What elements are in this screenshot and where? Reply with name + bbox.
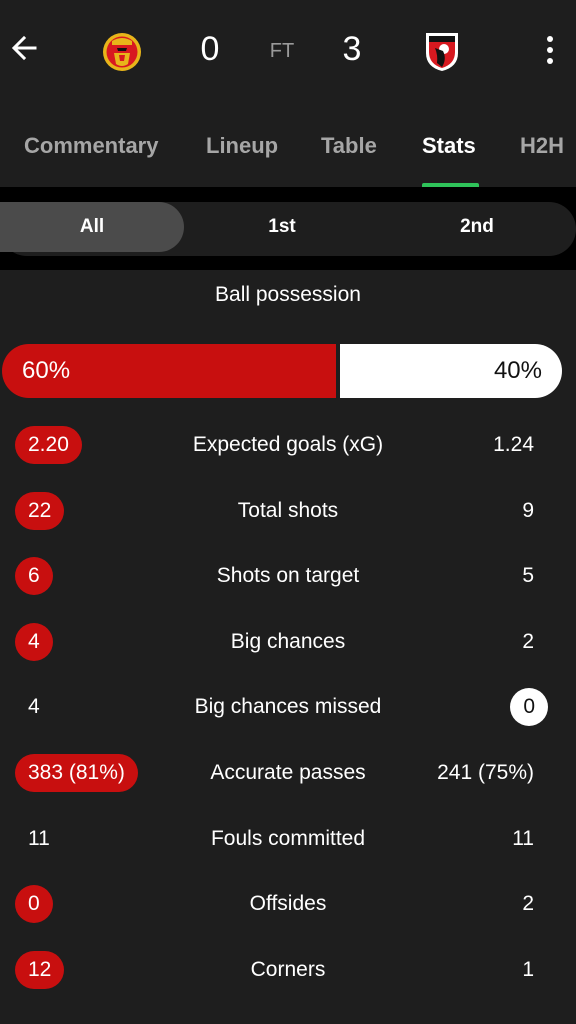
stat-label: Fouls committed (210, 827, 366, 850)
match-tabs: Commentary Lineup Table Stats H2H (0, 105, 576, 187)
stat-label: Expected goals (xG) (192, 433, 384, 456)
bournemouth-crest-icon[interactable] (424, 29, 460, 73)
stat-away-value: 1 (522, 958, 534, 981)
active-tab-indicator (422, 183, 479, 187)
more-options-button[interactable] (534, 30, 566, 70)
period-second-half[interactable]: 2nd (386, 202, 568, 252)
stat-away-value: 1.24 (493, 433, 534, 456)
tab-lineup[interactable]: Lineup (206, 133, 278, 159)
arrow-left-icon (11, 35, 37, 61)
stat-row: Accurate passes 383 (81%) 241 (75%) (0, 751, 576, 795)
more-vert-icon (547, 36, 553, 42)
stat-label: Total shots (237, 499, 339, 522)
stat-home-value: 11 (28, 827, 50, 850)
stat-away-value: 9 (522, 499, 534, 522)
stat-row: Total shots 22 9 (0, 489, 576, 533)
stat-label: Shots on target (216, 564, 360, 587)
tab-stats[interactable]: Stats (422, 133, 476, 159)
stat-away-value: 2 (522, 892, 534, 915)
stat-label: Corners (250, 958, 326, 981)
period-selector: All 1st 2nd (0, 202, 576, 256)
stat-away-value: 2 (522, 630, 534, 653)
stat-row: Big chances missed 4 0 (0, 685, 576, 729)
stat-home-value: 6 (15, 557, 53, 595)
stat-row: Fouls committed 11 11 (0, 817, 576, 861)
stat-label: Big chances (230, 630, 346, 653)
match-status: FT (269, 40, 295, 62)
stat-row: Corners 12 1 (0, 948, 576, 992)
possession-home-value: 60% (22, 357, 71, 384)
tab-commentary[interactable]: Commentary (24, 133, 158, 159)
stat-home-value: 383 (81%) (15, 754, 138, 792)
stat-row: Shots on target 6 5 (0, 554, 576, 598)
stat-label: Offsides (249, 892, 327, 915)
stat-away-value: 11 (512, 827, 534, 850)
stat-home-value: 4 (15, 623, 53, 661)
stat-row: Expected goals (xG) 2.20 1.24 (0, 423, 576, 467)
period-all[interactable]: All (0, 202, 184, 252)
stat-home-value: 0 (15, 885, 53, 923)
tab-h2h[interactable]: H2H (520, 133, 564, 159)
stat-label: Big chances missed (194, 695, 382, 718)
stat-home-value: 4 (28, 695, 40, 718)
stat-row: Offsides 0 2 (0, 882, 576, 926)
stat-row: Big chances 4 2 (0, 620, 576, 664)
stat-home-value: 2.20 (15, 426, 82, 464)
possession-title: Ball possession (215, 283, 361, 306)
period-first-half[interactable]: 1st (190, 202, 374, 252)
home-score: 0 (200, 30, 220, 68)
manchester-united-crest-icon[interactable] (102, 31, 142, 73)
possession-away-fill: 40% (340, 344, 562, 398)
stat-away-value: 0 (510, 688, 548, 726)
possession-home-fill: 60% (2, 344, 336, 398)
possession-bar: 60% 40% (2, 344, 562, 398)
stats-panel: Ball possession 60% 40% Expected goals (… (0, 270, 576, 1024)
stat-away-value: 5 (522, 564, 534, 587)
stat-home-value: 12 (15, 951, 65, 989)
stat-away-value: 241 (75%) (437, 761, 534, 784)
away-score: 3 (342, 30, 362, 68)
possession-away-value: 40% (493, 357, 542, 384)
tab-table[interactable]: Table (321, 133, 377, 159)
match-header: 0 FT 3 (0, 0, 576, 105)
back-button[interactable] (6, 30, 42, 66)
stat-home-value: 22 (15, 492, 65, 530)
